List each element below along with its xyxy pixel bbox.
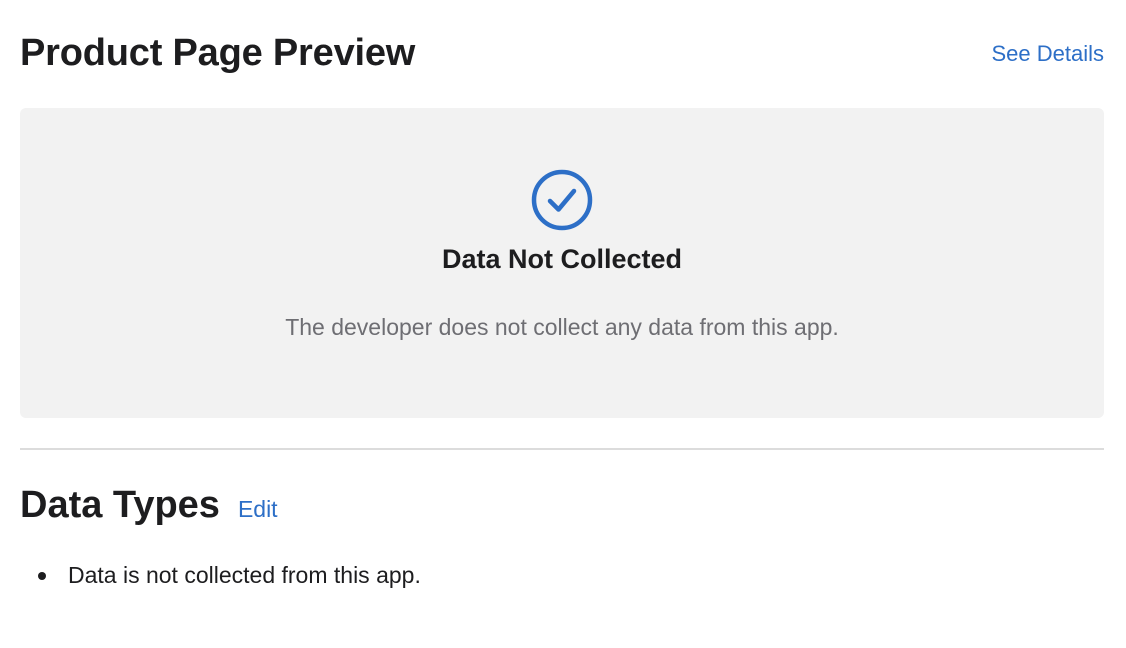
see-details-link[interactable]: See Details [991, 41, 1104, 67]
edit-data-types-link[interactable]: Edit [238, 496, 278, 523]
data-types-title: Data Types [20, 483, 220, 526]
list-item-label: Data is not collected from this app. [68, 562, 421, 588]
page-title: Product Page Preview [20, 31, 416, 74]
bullet-icon [38, 571, 46, 580]
data-not-collected-description: The developer does not collect any data … [285, 314, 839, 340]
page-header: Product Page Preview See Details [20, 26, 1104, 80]
data-types-header: Data Types Edit [20, 480, 278, 530]
section-divider [20, 448, 1104, 450]
list-item: Data is not collected from this app. [20, 562, 421, 589]
checkmark-circle-icon [531, 169, 593, 231]
product-page-preview-card: Data Not Collected The developer does no… [20, 108, 1104, 418]
data-types-list: Data is not collected from this app. [20, 562, 421, 589]
data-not-collected-title: Data Not Collected [441, 244, 683, 274]
